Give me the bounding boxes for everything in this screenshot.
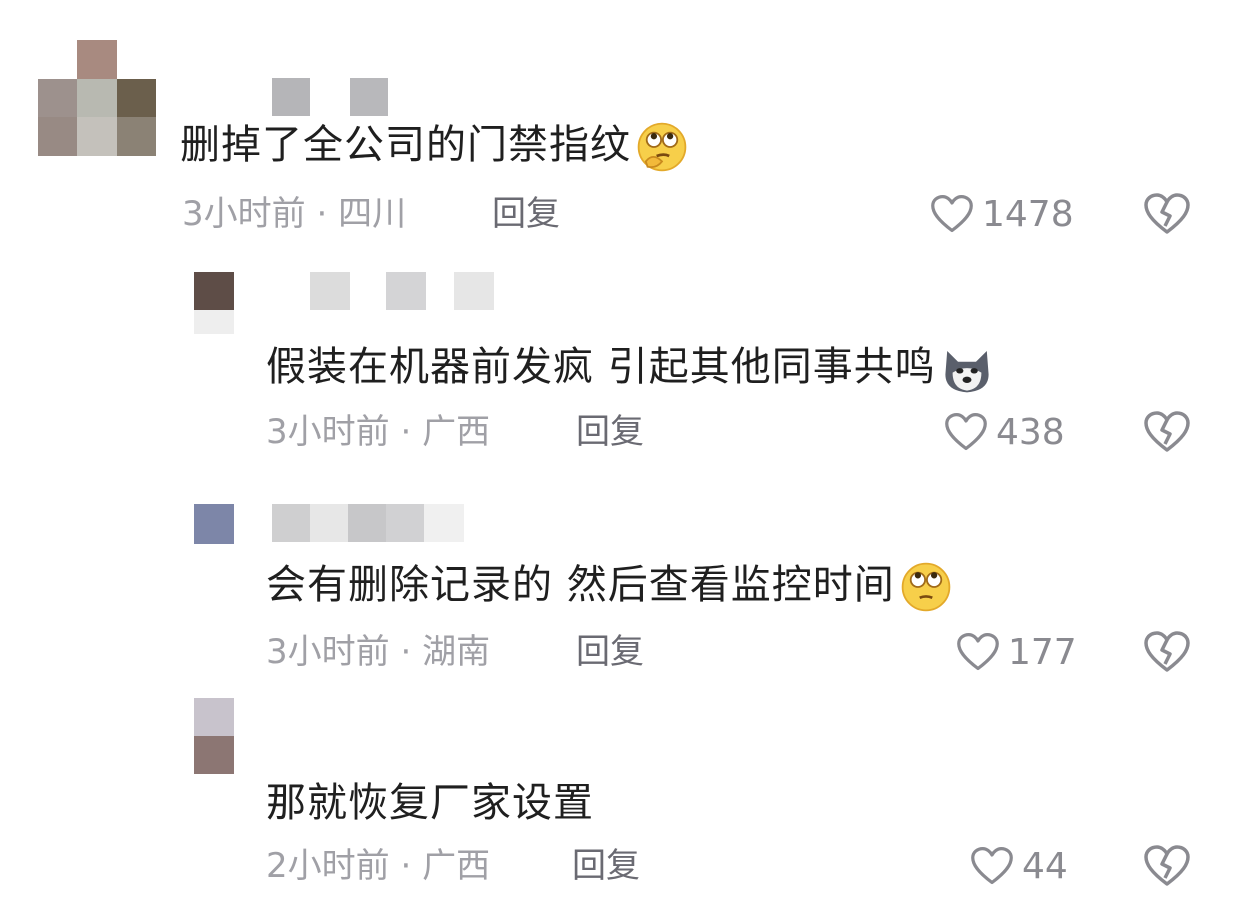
username-redacted[interactable] bbox=[310, 272, 494, 310]
reply-button[interactable]: 回复 bbox=[572, 846, 640, 886]
location: 广西 bbox=[422, 846, 491, 886]
username-redacted[interactable] bbox=[272, 504, 464, 542]
dislike-broken-heart-icon[interactable] bbox=[1143, 192, 1191, 236]
comment-text: 那就恢复厂家设置 bbox=[266, 780, 594, 826]
heart-icon bbox=[971, 846, 1013, 885]
location: 湖南 bbox=[422, 632, 491, 672]
dislike-broken-heart-icon[interactable] bbox=[1143, 630, 1191, 674]
timestamp: 3小时前 bbox=[266, 632, 390, 672]
location: 广西 bbox=[422, 412, 491, 452]
comment-text: 删掉了全公司的门禁指纹 bbox=[180, 120, 689, 174]
husky-dog-emoji bbox=[945, 351, 989, 393]
username-redacted[interactable] bbox=[272, 78, 388, 116]
avatar[interactable] bbox=[194, 504, 234, 544]
dislike-broken-heart-icon[interactable] bbox=[1143, 410, 1191, 454]
avatar[interactable] bbox=[38, 40, 156, 156]
comment-meta: 3小时前 · 广西 bbox=[266, 412, 490, 452]
meta-separator: · bbox=[400, 846, 412, 886]
dislike-broken-heart-icon[interactable] bbox=[1143, 844, 1191, 888]
reply-button[interactable]: 回复 bbox=[492, 194, 560, 234]
eye-roll-face-emoji bbox=[901, 562, 951, 612]
like-button[interactable]: 177 bbox=[956, 630, 1077, 674]
timestamp: 3小时前 bbox=[266, 412, 390, 452]
heart-icon bbox=[931, 194, 973, 233]
comment-text: 假装在机器前发疯 引起其他同事共鸣 bbox=[266, 342, 994, 396]
like-count: 438 bbox=[996, 411, 1065, 453]
like-count: 1478 bbox=[982, 193, 1074, 235]
location: 四川 bbox=[338, 194, 407, 234]
like-button[interactable]: 438 bbox=[944, 410, 1065, 454]
meta-separator: · bbox=[400, 412, 412, 452]
comment-meta: 2小时前 · 广西 bbox=[266, 846, 490, 886]
timestamp: 3小时前 bbox=[182, 194, 306, 234]
meta-separator: · bbox=[400, 632, 412, 672]
heart-icon bbox=[945, 412, 987, 451]
comment-text: 会有删除记录的 然后查看监控时间 bbox=[266, 560, 953, 614]
heart-icon bbox=[957, 632, 999, 671]
thinking-face-emoji bbox=[637, 122, 687, 172]
timestamp: 2小时前 bbox=[266, 846, 390, 886]
reply-button[interactable]: 回复 bbox=[576, 632, 644, 672]
avatar[interactable] bbox=[194, 272, 234, 334]
comment-meta: 3小时前 · 四川 bbox=[182, 194, 406, 234]
like-button[interactable]: 44 bbox=[970, 844, 1068, 888]
like-button[interactable]: 1478 bbox=[930, 192, 1074, 236]
meta-separator: · bbox=[316, 194, 328, 234]
like-count: 177 bbox=[1008, 631, 1077, 673]
like-count: 44 bbox=[1022, 845, 1068, 887]
avatar[interactable] bbox=[194, 698, 234, 774]
comment-meta: 3小时前 · 湖南 bbox=[266, 632, 490, 672]
reply-button[interactable]: 回复 bbox=[576, 412, 644, 452]
